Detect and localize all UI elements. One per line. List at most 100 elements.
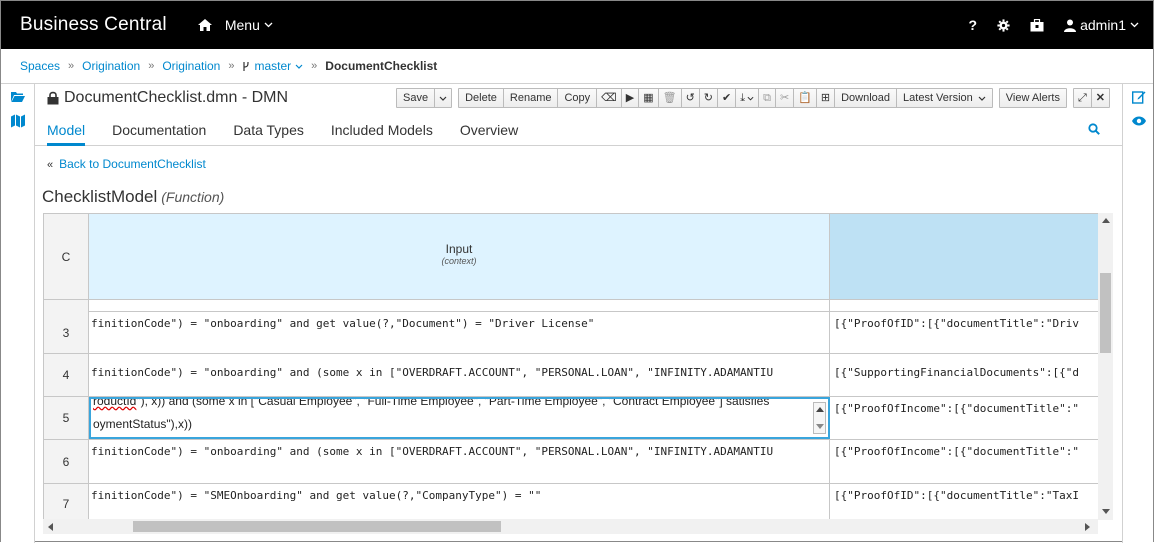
function-title: ChecklistModel (Function) [42,187,224,207]
chevron-down-icon [264,22,273,28]
left-rail [1,84,35,543]
input-cell[interactable]: finitionCode") = "SMEOnboarding" and get… [89,484,830,520]
brand-title[interactable]: Business Central [20,14,167,36]
input-column-type: (context) [441,256,477,266]
editor-line-2: oymentStatus"),x)) [93,417,192,431]
undo-icon[interactable]: ↺ [682,89,700,107]
input-cell[interactable]: finitionCode") = "onboarding" and get va… [89,312,830,353]
folder-open-icon[interactable] [11,90,25,104]
tab-documentation[interactable]: Documentation [112,114,206,146]
latest-version-dropdown[interactable]: Latest Version [897,89,992,107]
output-cell[interactable]: [{"ProofOfID":[{"documentTitle":"TaxI [830,484,1101,520]
scroll-down-arrow-icon[interactable] [1102,509,1110,514]
tab-model[interactable]: Model [47,114,86,146]
briefcase-icon[interactable] [1030,18,1044,32]
row-number[interactable]: 5 [44,397,89,439]
view-alerts-button[interactable]: View Alerts [1000,89,1066,107]
user-menu[interactable]: admin1 [1064,17,1139,33]
delete-button[interactable]: Delete [459,89,504,107]
input-column-header[interactable]: Input (context) [89,214,830,300]
gear-icon[interactable] [997,18,1010,32]
scroll-left-arrow-icon[interactable] [48,523,53,531]
breadcrumb-branch[interactable]: master [242,59,303,73]
table-row: 3 finitionCode") = "onboarding" and get … [44,312,1101,354]
breadcrumb: Spaces » Origination » Origination » mas… [1,49,1153,84]
output-cell[interactable]: [{"ProofOfID":[{"documentTitle":"Driv [830,312,1101,353]
vertical-scrollbar[interactable] [1098,213,1113,520]
horizontal-scrollbar[interactable] [43,519,1098,534]
cell-text-editor[interactable]: roductId"), x)) and (some x in ["Casual … [89,397,830,439]
rename-button[interactable]: Rename [504,89,559,107]
validate-check-icon[interactable]: ✔ [718,89,737,107]
eraser-icon[interactable]: ⌫ [597,89,622,107]
chevron-down-icon [439,96,447,101]
cut-icon[interactable]: ✂ [776,89,795,107]
branch-icon [243,61,250,71]
close-icon[interactable]: ✕ [1092,89,1109,107]
table-row: 5 roductId"), x)) and (some x in ["Casua… [44,397,1101,440]
tab-data-types[interactable]: Data Types [233,114,304,146]
file-actions-group: Delete Rename Copy ⌫ ▶ ▦ 🗑 ↺ ↻ ✔ ⤓ ⧉ ✂ 📋… [458,88,993,108]
output-cell[interactable]: [{"SupportingFinancialDocuments":[{"d [830,354,1101,396]
paste-icon[interactable]: 📋 [794,89,817,107]
row-number[interactable]: 4 [44,354,89,396]
export-download-icon[interactable]: ⤓ [736,89,760,107]
hierarchy-icon[interactable]: ⊞ [817,89,836,107]
double-chevron-left-icon: « [47,159,54,171]
scroll-down-arrow-icon[interactable] [816,424,824,429]
map-icon[interactable] [11,114,25,128]
output-cell[interactable]: [{"ProofOfIncome":[{"documentTitle":" [830,440,1101,483]
editor-toolbar: Save Delete Rename Copy ⌫ ▶ ▦ 🗑 ↺ ↻ ✔ ⤓ … [396,88,1110,108]
input-cell[interactable]: finitionCode") = "onboarding" and (some … [89,440,830,483]
chevron-down-icon [295,64,303,69]
document-title: DocumentChecklist.dmn - DMN [47,89,288,107]
top-navbar: Business Central Menu ? admin1 [1,1,1153,49]
breadcrumb-space[interactable]: Origination [82,59,140,73]
horizontal-scroll-thumb[interactable] [133,521,501,532]
help-icon[interactable]: ? [969,17,978,33]
back-link[interactable]: « Back to DocumentChecklist [47,157,206,171]
row-number[interactable]: 7 [44,484,89,520]
input-cell[interactable]: finitionCode") = "onboarding" and (some … [89,354,830,396]
row-number[interactable]: 6 [44,440,89,483]
user-icon [1064,19,1077,32]
menu-dropdown[interactable]: Menu [225,17,273,33]
play-icon[interactable]: ▶ [622,89,640,107]
scroll-up-arrow-icon[interactable] [1102,218,1110,223]
misspelled-word: roductId [93,397,137,408]
row-number[interactable]: 3 [44,312,89,353]
expand-icon[interactable]: ⤢ [1074,89,1092,107]
output-cell[interactable]: [{"ProofOfIncome":[{"documentTitle":" [830,397,1101,439]
editor-scrollbar[interactable] [813,402,826,434]
tab-included-models[interactable]: Included Models [331,114,433,146]
trash-icon[interactable]: 🗑 [659,89,682,107]
user-name: admin1 [1080,17,1126,33]
copy-button[interactable]: Copy [558,89,598,107]
output-column-header[interactable] [830,214,1101,300]
grid-corner-header[interactable]: C [44,214,89,300]
save-options-button[interactable] [435,89,451,107]
vertical-scroll-thumb[interactable] [1100,273,1111,353]
search-icon[interactable] [1088,123,1100,135]
alerts-group: View Alerts [998,88,1067,108]
table-row: 4 finitionCode") = "onboarding" and (som… [44,354,1101,397]
edit-icon[interactable] [1132,90,1146,104]
breadcrumb-separator: » [68,60,75,72]
grid-icon[interactable]: ▦ [639,89,659,107]
tab-overview[interactable]: Overview [460,114,518,146]
input-column-title: Input [445,242,473,256]
download-button[interactable]: Download [835,89,898,107]
breadcrumb-project[interactable]: Origination [162,59,220,73]
save-button[interactable]: Save [397,89,436,107]
editor-title-row: DocumentChecklist.dmn - DMN Save Delete … [35,84,1122,114]
eye-icon[interactable] [1132,114,1146,128]
redo-icon[interactable]: ↻ [700,89,719,107]
breadcrumb-spaces[interactable]: Spaces [20,59,60,73]
editor-line-1: roductId"), x)) and (some x in ["Casual … [93,397,769,408]
table-row-partial [44,300,1101,312]
scroll-up-arrow-icon[interactable] [816,407,824,412]
scroll-right-arrow-icon[interactable] [1085,523,1090,531]
breadcrumb-separator: » [311,60,318,72]
duplicate-icon[interactable]: ⧉ [759,89,776,107]
home-icon[interactable] [197,17,213,33]
